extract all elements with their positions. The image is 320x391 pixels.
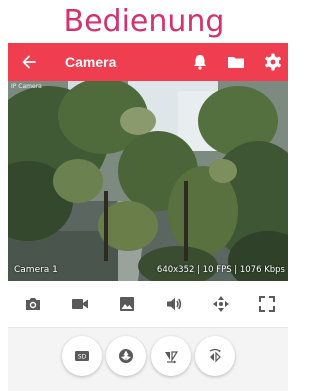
- toolbar-title: Camera: [65, 54, 117, 70]
- gear-icon: [265, 53, 281, 71]
- page-heading: Bedienung: [63, 4, 225, 39]
- flip-button[interactable]: [151, 336, 191, 376]
- snapshot-button[interactable]: [10, 281, 56, 327]
- toolbar: Camera: [8, 43, 288, 81]
- hd-badge-icon: SD: [75, 351, 89, 361]
- camera-overlay-text: IP Camera: [11, 83, 42, 90]
- fullscreen-icon: [259, 296, 275, 312]
- stream-stats: 640x352 | 10 FPS | 1076 Kbps: [156, 265, 285, 275]
- image-icon: [120, 297, 134, 311]
- mirror-icon: [209, 348, 221, 363]
- iris-button[interactable]: [106, 336, 146, 376]
- mirror-button[interactable]: [195, 336, 235, 376]
- gallery-button[interactable]: [104, 281, 150, 327]
- resolution-badge-text: SD: [78, 354, 87, 361]
- bell-icon: [194, 55, 206, 70]
- video-camera-icon: [72, 299, 88, 309]
- speaker-icon: [167, 298, 182, 310]
- ptz-button[interactable]: [198, 281, 244, 327]
- folder-button[interactable]: [226, 52, 246, 72]
- record-button[interactable]: [57, 281, 103, 327]
- control-bar: [8, 281, 288, 328]
- aperture-icon: [119, 349, 133, 363]
- settings-button[interactable]: [263, 52, 283, 72]
- camera-icon: [26, 298, 40, 310]
- flip-icon: [165, 351, 179, 364]
- audio-button[interactable]: [151, 281, 197, 327]
- folder-icon: [228, 57, 244, 68]
- fullscreen-button[interactable]: [244, 281, 290, 327]
- camera-name-label: Camera 1: [14, 265, 58, 275]
- back-button[interactable]: [19, 52, 39, 72]
- direction-pad-icon: [213, 296, 229, 312]
- notifications-button[interactable]: [190, 52, 210, 72]
- action-bar: SD: [8, 328, 288, 391]
- camera-scene-image: [8, 81, 288, 281]
- arrow-left-icon: [22, 55, 36, 69]
- camera-app: Camera IP Camera Camera 1 640x352 | 10 F…: [8, 43, 288, 391]
- camera-video-feed[interactable]: IP Camera Camera 1 640x352 | 10 FPS | 10…: [8, 81, 288, 281]
- resolution-button[interactable]: SD: [62, 336, 102, 376]
